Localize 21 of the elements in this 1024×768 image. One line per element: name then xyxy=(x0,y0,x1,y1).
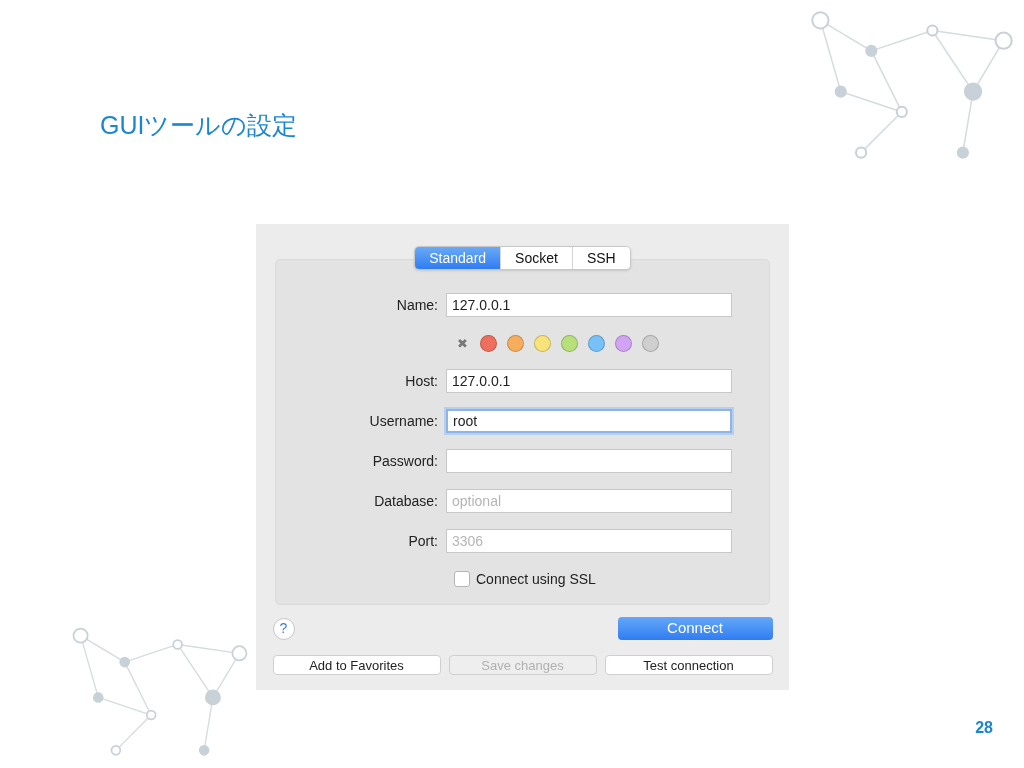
field-label: Port: xyxy=(407,531,439,551)
checkbox[interactable] xyxy=(454,571,470,587)
text-field[interactable] xyxy=(446,449,732,473)
field-label: Host: xyxy=(404,371,439,391)
text-field[interactable]: optional xyxy=(446,489,732,513)
tab[interactable]: SSH xyxy=(571,247,630,269)
field-label: Database: xyxy=(373,491,439,511)
field-label: Password: xyxy=(371,451,439,471)
page-number: 28 xyxy=(975,718,993,738)
slide-title: GUIツールの設定 xyxy=(100,110,298,141)
action-button[interactable]: Add to Favorites xyxy=(272,655,441,675)
action-button[interactable]: Test connection xyxy=(604,655,773,675)
help-button[interactable]: ? xyxy=(272,617,295,640)
text-field[interactable]: 127.0.0.1 xyxy=(446,369,732,393)
checkbox-label: Connect using SSL xyxy=(476,569,596,589)
field-label: Username: xyxy=(368,411,439,431)
text-field[interactable]: 127.0.0.1 xyxy=(446,293,732,317)
field-label: Name: xyxy=(395,295,439,315)
text-field[interactable]: 3306 xyxy=(446,529,732,553)
tab[interactable]: Socket xyxy=(500,247,572,269)
text-field[interactable]: root xyxy=(446,409,732,433)
